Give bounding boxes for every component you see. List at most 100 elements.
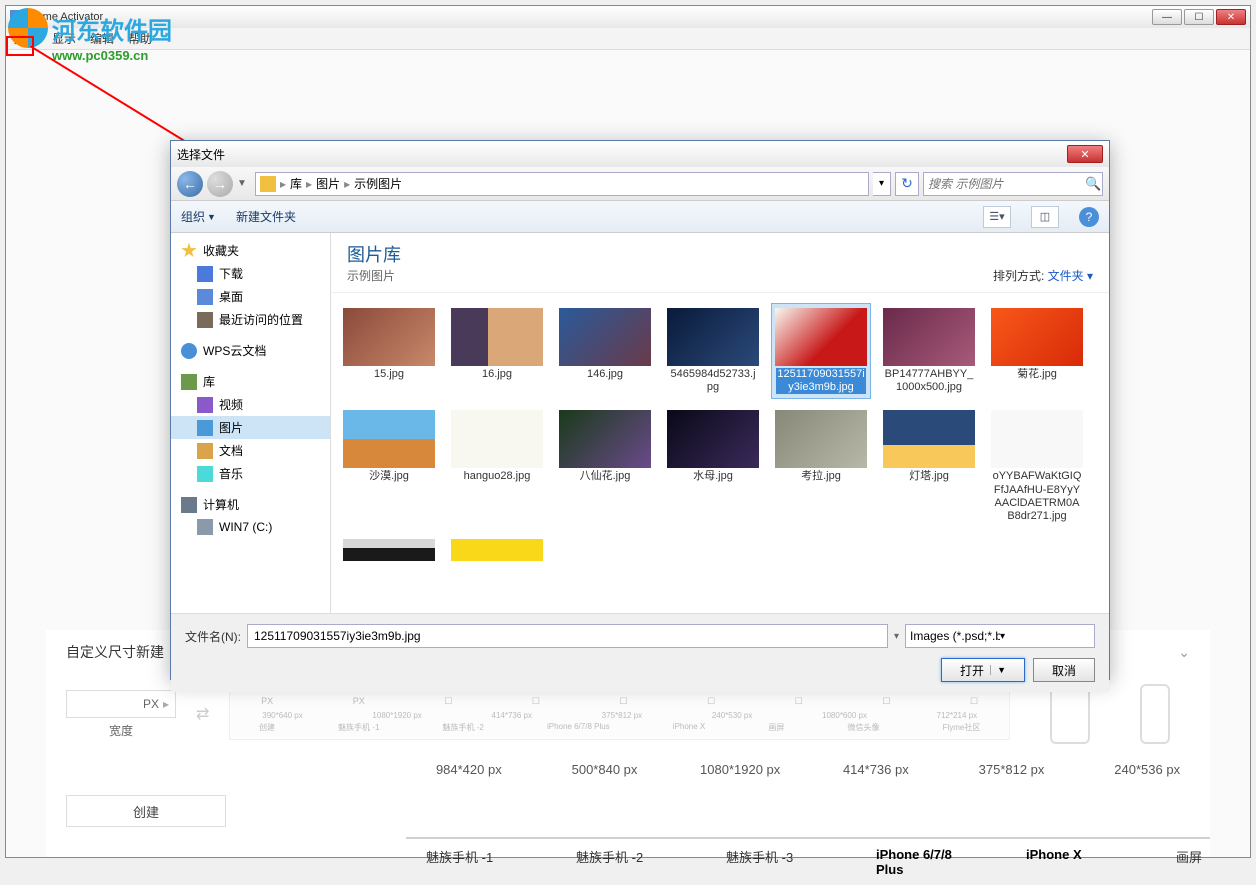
dialog-footer: 文件名(N): ▾ Images (*.psd;*.bnr;*.act;*.pr…: [171, 613, 1109, 692]
file-item[interactable]: hanguo28.jpg: [447, 405, 547, 528]
cancel-button[interactable]: 取消: [1033, 658, 1095, 682]
music-icon: [197, 466, 213, 482]
device-tab[interactable]: iPhone 6/7/8 Plus: [876, 847, 966, 877]
filter-dropdown[interactable]: Images (*.psd;*.bnr;*.act;*.pr▾: [905, 624, 1095, 648]
file-thumbnail: [559, 410, 651, 468]
recent-icon: [197, 312, 213, 328]
device-icon[interactable]: [1140, 684, 1170, 744]
maximize-button[interactable]: ☐: [1184, 9, 1214, 25]
open-dropdown-icon[interactable]: ▼: [990, 665, 1006, 675]
menu-view[interactable]: 显示: [52, 30, 76, 47]
desktop-icon: [197, 289, 213, 305]
menu-edit[interactable]: 编辑: [90, 30, 114, 47]
device-tab[interactable]: 画屏: [1176, 847, 1256, 877]
breadcrumb[interactable]: ▸ 库 ▸ 图片 ▸ 示例图片: [255, 172, 869, 196]
breadcrumb-item[interactable]: 库: [290, 175, 302, 192]
file-item[interactable]: 5465984d52733.jpg: [663, 303, 763, 399]
sidebar-computer[interactable]: 计算机: [171, 493, 330, 516]
sidebar-music[interactable]: 音乐: [171, 462, 330, 485]
sidebar-pictures[interactable]: 图片: [171, 416, 330, 439]
sidebar-downloads[interactable]: 下载: [171, 262, 330, 285]
search-input[interactable]: [928, 177, 1085, 191]
search-box[interactable]: 🔍: [923, 172, 1103, 196]
sidebar-videos[interactable]: 视频: [171, 393, 330, 416]
library-icon: [181, 374, 197, 390]
sidebar-libraries[interactable]: 库: [171, 370, 330, 393]
computer-icon: [181, 497, 197, 513]
library-subtitle: 示例图片: [347, 267, 993, 284]
preview-pane-button[interactable]: ◫: [1031, 206, 1059, 228]
breadcrumb-item[interactable]: 示例图片: [354, 175, 402, 192]
breadcrumb-item[interactable]: 图片: [316, 175, 340, 192]
sidebar-wps[interactable]: WPS云文档: [171, 339, 330, 362]
file-name: 12511709031557iy3ie3m9b.jpg: [776, 368, 866, 394]
file-thumbnail: [667, 308, 759, 366]
library-title: 图片库: [347, 241, 993, 267]
view-mode-button[interactable]: ☰▾: [983, 206, 1011, 228]
refresh-button[interactable]: ↻: [895, 172, 919, 196]
file-name: oYYBAFWaKtGIQFfJAAfHU-E8YyYAAClDAETRM0AB…: [992, 470, 1082, 523]
file-item[interactable]: oYYBAFWaKtGIQFfJAAfHU-E8YyYAAClDAETRM0AB…: [987, 405, 1087, 528]
file-item[interactable]: 菊花.jpg: [987, 303, 1087, 399]
organize-menu[interactable]: 组织 ▼: [181, 208, 216, 225]
open-button[interactable]: 打开▼: [941, 658, 1025, 682]
menu-help[interactable]: 帮助: [128, 30, 152, 47]
file-name: 5465984d52733.jpg: [668, 368, 758, 394]
filename-dropdown[interactable]: ▾: [894, 631, 899, 642]
new-folder-button[interactable]: 新建文件夹: [236, 208, 296, 225]
nav-back-button[interactable]: ←: [177, 171, 203, 197]
file-item[interactable]: 12511709031557iy3ie3m9b.jpg: [771, 303, 871, 399]
sidebar-desktop[interactable]: 桌面: [171, 285, 330, 308]
annotation-box: [6, 36, 34, 56]
download-icon: [197, 266, 213, 282]
create-button[interactable]: 创建: [66, 795, 226, 827]
file-item[interactable]: [447, 534, 547, 568]
sidebar-documents[interactable]: 文档: [171, 439, 330, 462]
file-list-header: 图片库 示例图片 排列方式: 文件夹 ▾: [331, 233, 1109, 293]
file-item[interactable]: BP14777AHBYY_1000x500.jpg: [879, 303, 979, 399]
width-input[interactable]: PX ▸: [66, 690, 176, 718]
minimize-button[interactable]: —: [1152, 9, 1182, 25]
file-thumbnail: [559, 308, 651, 366]
file-item[interactable]: 146.jpg: [555, 303, 655, 399]
sidebar-recent[interactable]: 最近访问的位置: [171, 308, 330, 331]
width-label: 宽度: [109, 722, 133, 739]
dialog-nav: ← → ▼ ▸ 库 ▸ 图片 ▸ 示例图片 ▾ ↻ 🔍: [171, 167, 1109, 201]
file-item[interactable]: 灯塔.jpg: [879, 405, 979, 528]
dialog-close-button[interactable]: ✕: [1067, 145, 1103, 163]
file-item[interactable]: 16.jpg: [447, 303, 547, 399]
search-icon: 🔍: [1085, 176, 1101, 192]
file-item[interactable]: 沙漠.jpg: [339, 405, 439, 528]
device-tab[interactable]: 魅族手机 -1: [426, 847, 516, 877]
dialog-toolbar: 组织 ▼ 新建文件夹 ☰▾ ◫ ?: [171, 201, 1109, 233]
device-tab[interactable]: iPhone X: [1026, 847, 1116, 877]
file-thumbnail: [991, 410, 1083, 468]
expand-icon[interactable]: ⌄: [1178, 644, 1190, 661]
swap-icon[interactable]: ⇄: [196, 704, 209, 724]
device-icon[interactable]: [1050, 684, 1090, 744]
size-header-title: 自定义尺寸新建: [66, 642, 164, 662]
close-button[interactable]: ✕: [1216, 9, 1246, 25]
sort-dropdown[interactable]: 文件夹 ▾: [1048, 269, 1093, 283]
device-tab[interactable]: 魅族手机 -3: [726, 847, 816, 877]
dialog-buttons: 打开▼ 取消: [185, 658, 1095, 682]
filename-input[interactable]: [247, 624, 888, 648]
file-item[interactable]: 八仙花.jpg: [555, 405, 655, 528]
file-item[interactable]: 考拉.jpg: [771, 405, 871, 528]
sidebar-favorites[interactable]: 收藏夹: [171, 239, 330, 262]
help-button[interactable]: ?: [1079, 207, 1099, 227]
drive-icon: [197, 519, 213, 535]
dialog-sidebar: 收藏夹 下载 桌面 最近访问的位置 WPS云文档 库 视频 图片 文档 音乐 计…: [171, 233, 331, 613]
file-item[interactable]: 15.jpg: [339, 303, 439, 399]
file-item[interactable]: 水母.jpg: [663, 405, 763, 528]
sidebar-drive-c[interactable]: WIN7 (C:): [171, 516, 330, 538]
titlebar: Flyme Activator — ☐ ✕: [6, 6, 1250, 28]
star-icon: [181, 243, 197, 259]
breadcrumb-dropdown[interactable]: ▾: [873, 172, 891, 196]
file-item[interactable]: [339, 534, 439, 568]
device-tab[interactable]: 魅族手机 -2: [576, 847, 666, 877]
nav-forward-button[interactable]: →: [207, 171, 233, 197]
nav-history-dropdown[interactable]: ▼: [237, 178, 251, 189]
picture-icon: [197, 420, 213, 436]
video-icon: [197, 397, 213, 413]
